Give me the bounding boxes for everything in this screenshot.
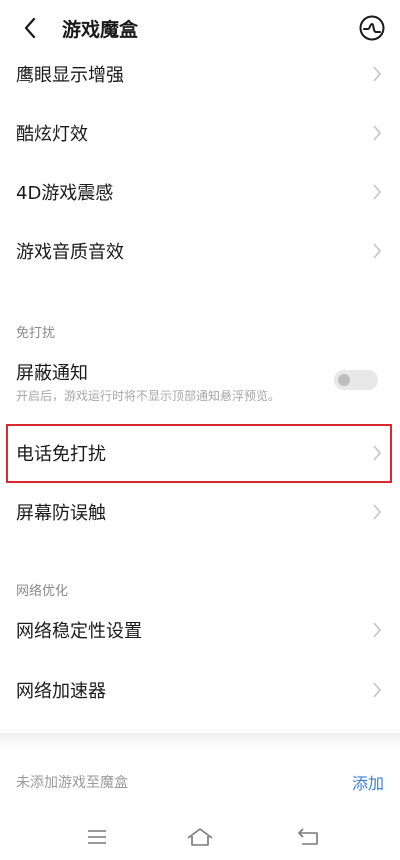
- settings-row-light-effects[interactable]: 酷炫灯效: [0, 103, 400, 163]
- row-label: 网络稳定性设置: [16, 621, 142, 642]
- toggle-knob: [338, 374, 350, 386]
- chevron-right-icon: [373, 504, 382, 520]
- system-navigation-bar: [0, 812, 400, 860]
- settings-row-4d-vibration[interactable]: 4D游戏震感: [0, 162, 400, 222]
- row-label: 4D游戏震感: [16, 183, 114, 204]
- performance-button[interactable]: [358, 14, 386, 42]
- settings-row-audio-effects[interactable]: 游戏音质音效: [0, 221, 400, 281]
- settings-row-network-accelerator[interactable]: 网络加速器: [0, 660, 400, 720]
- chevron-right-icon: [373, 125, 382, 141]
- menu-button[interactable]: [82, 822, 112, 852]
- settings-row-eagle-eye[interactable]: 鹰眼显示增强: [0, 44, 400, 104]
- bottom-separator: [0, 733, 400, 749]
- add-game-button[interactable]: 添加: [352, 770, 384, 794]
- row-label: 鹰眼显示增强: [16, 65, 124, 86]
- no-games-message: 未添加游戏至魔盒: [16, 775, 128, 791]
- chevron-right-icon: [373, 66, 382, 82]
- settings-row-anti-mistouch[interactable]: 屏幕防误触: [0, 482, 400, 542]
- row-label: 网络加速器: [16, 681, 106, 702]
- chevron-right-icon: [373, 682, 382, 698]
- chevron-right-icon: [373, 445, 382, 461]
- home-icon: [187, 828, 213, 846]
- section-title-network: 网络优化: [16, 584, 69, 599]
- settings-row-network-stability[interactable]: 网络稳定性设置: [0, 600, 400, 660]
- chevron-left-icon: [24, 17, 36, 39]
- menu-icon: [88, 830, 106, 844]
- chevron-right-icon: [373, 184, 382, 200]
- performance-icon: [359, 15, 385, 41]
- chevron-right-icon: [373, 243, 382, 259]
- back-nav-button[interactable]: [294, 822, 324, 852]
- home-button[interactable]: [185, 822, 215, 852]
- bottom-action-bar: 未添加游戏至魔盒 添加: [0, 752, 400, 808]
- row-label: 电话免打扰: [16, 444, 106, 465]
- settings-row-call-no-disturb[interactable]: 电话免打扰: [0, 423, 400, 483]
- row-label: 屏蔽通知: [16, 363, 88, 384]
- chevron-right-icon: [373, 622, 382, 638]
- page-title: 游戏魔盒: [62, 19, 139, 41]
- block-notifications-toggle[interactable]: [334, 370, 378, 390]
- return-icon: [298, 828, 318, 845]
- section-title-no-disturb: 免打扰: [16, 326, 56, 341]
- settings-row-block-notifications: 屏蔽通知 开启后，游戏运行时将不显示顶部通知悬浮预览。: [0, 352, 400, 410]
- game-box-settings-screen: 游戏魔盒 鹰眼显示增强 酷炫灯效 4D游戏震感 游戏音质音效 免打扰 屏蔽通知 …: [0, 0, 400, 860]
- row-label: 酷炫灯效: [16, 124, 88, 145]
- row-label: 游戏音质音效: [16, 242, 124, 263]
- row-description: 开启后，游戏运行时将不显示顶部通知悬浮预览。: [16, 389, 281, 403]
- back-button[interactable]: [12, 10, 48, 46]
- row-label: 屏幕防误触: [16, 503, 106, 524]
